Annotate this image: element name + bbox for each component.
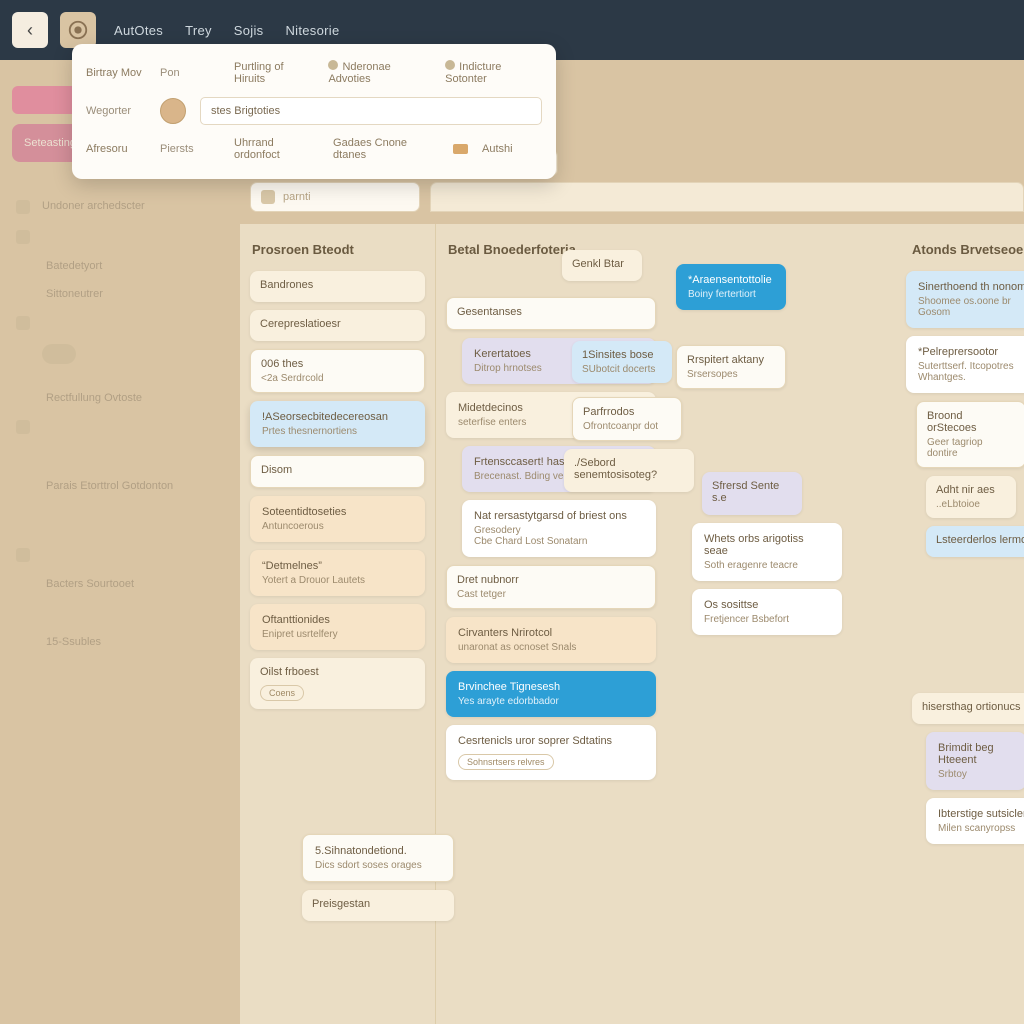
board-card[interactable]: Os sosittseFretjencer Bsbefort: [692, 589, 842, 635]
sidebar-item[interactable]: [12, 222, 218, 252]
board-card[interactable]: Adht nir aes..eLbtoioe: [926, 476, 1016, 518]
board-card[interactable]: ./Sebord senemtosisoteg?: [564, 449, 694, 492]
board-card[interactable]: Genkl Btar: [562, 250, 642, 281]
flag-icon: [453, 144, 468, 154]
sidebar-item[interactable]: Parais Etorttrol Gotdonton: [12, 472, 218, 500]
board-card[interactable]: !ASeorsecbitedecereosanPrtes thesnernort…: [250, 401, 425, 447]
board-card[interactable]: *PelreprersootorSuterttserf. ItcopotresW…: [906, 336, 1024, 393]
nav-icon: [16, 548, 30, 562]
user-avatar-icon[interactable]: [160, 98, 186, 124]
menu-link[interactable]: Nderonae Advoties: [328, 60, 431, 85]
sidebar-item[interactable]: [12, 412, 218, 442]
board-card[interactable]: Oilst frboestCoens: [250, 658, 425, 709]
board-lane: Atonds Brvetseoen Sinerthoend th nonomtS…: [896, 224, 1024, 1024]
board-card[interactable]: OftanttionidesEnipret usrtelfery: [250, 604, 425, 650]
board-card[interactable]: Gesentanses: [446, 297, 656, 330]
board-card[interactable]: 006 thes<2a Serdrcold: [250, 349, 425, 393]
board-card[interactable]: Nat rersastytgarsd of briest onsGresoder…: [462, 500, 656, 557]
mega-menu: Birtray Mov Pon Purtling of Hiruits Nder…: [72, 44, 556, 179]
nav-item[interactable]: AutOtes: [114, 23, 163, 38]
board-search[interactable]: parnti: [250, 182, 420, 212]
board-card[interactable]: Bandrones: [250, 271, 425, 302]
board-card[interactable]: hisersthag ortionucs: [912, 693, 1024, 724]
lane-title: Atonds Brvetseoen: [912, 242, 1024, 257]
board-card[interactable]: Sfrersd Sente s.e: [702, 472, 802, 515]
nav-item[interactable]: Sojis: [234, 23, 264, 38]
menu-link[interactable]: Purtling of Hiruits: [234, 61, 314, 85]
board-card[interactable]: SoteentidtosetiesAntuncoerous: [250, 496, 425, 542]
sidebar-item[interactable]: Sittoneutrer: [12, 280, 218, 308]
nav-icon: [16, 316, 30, 330]
search-placeholder: parnti: [283, 191, 311, 203]
board-card[interactable]: Disom: [250, 455, 425, 488]
sidebar-item[interactable]: Bacters Sourtooet: [12, 570, 218, 598]
dot-icon: [328, 60, 338, 70]
nav-icon: [16, 420, 30, 434]
mega-menu-row: Wegorter: [86, 91, 542, 131]
menu-search-input[interactable]: [200, 97, 542, 125]
board-card[interactable]: Cerepreslatioesr: [250, 310, 425, 341]
menu-label: Piersts: [160, 143, 220, 155]
search-icon: [261, 190, 275, 204]
board-card[interactable]: Brimdit beg HteeentSrbtoy: [926, 732, 1024, 790]
sidebar-item[interactable]: [12, 308, 218, 338]
board-card[interactable]: 5.Sihnatondetiond.Dics sdort soses orage…: [302, 834, 454, 882]
mega-menu-row: Afresoru Piersts Uhrrand ordonfoct Gadae…: [86, 131, 542, 167]
board-card[interactable]: Rrspitert aktanySrsersopes: [676, 345, 786, 389]
board-card[interactable]: Preisgestan: [302, 890, 454, 921]
mega-menu-row: Birtray Mov Pon Purtling of Hiruits Nder…: [86, 54, 542, 91]
nav-item[interactable]: Nitesorie: [285, 23, 339, 38]
sidebar-nav: Undoner archedscter Batedetyort Sittoneu…: [12, 192, 218, 656]
back-button[interactable]: ‹: [12, 12, 48, 48]
menu-link[interactable]: Uhrrand ordonfoct: [234, 137, 319, 161]
menu-label: Wegorter: [86, 105, 146, 117]
nav-icon: [16, 230, 30, 244]
board-card[interactable]: ParfrrodosOfrontcoanpr dot: [572, 397, 682, 441]
board-card[interactable]: Cirvanters Nrirotcolunaronat as ocnoset …: [446, 617, 656, 663]
dot-icon: [445, 60, 455, 70]
menu-link[interactable]: Gadaes Cnone dtanes: [333, 137, 439, 161]
board-card[interactable]: Sinerthoend th nonomtShoomee os.oone brG…: [906, 271, 1024, 328]
board-lane: *AraensentottolieBoiny fertertiort Genkl…: [666, 224, 896, 1024]
board-card[interactable]: “Detmelnes”Yotert a Drouor Lautets: [250, 550, 425, 596]
nav-icon: [16, 200, 30, 214]
board-card[interactable]: Cesrtenicls uror soprer SdtatinsSohnsrts…: [446, 725, 656, 780]
board-card[interactable]: 1Sinsites boseSUbotcit docerts: [572, 341, 672, 383]
board-toolbar: parnti: [250, 182, 1024, 212]
top-nav: AutOtes Trey Sojis Nitesorie: [114, 23, 339, 38]
sidebar-item[interactable]: Undoner archedscter: [12, 192, 218, 222]
menu-link[interactable]: Afresoru: [86, 143, 146, 155]
card-tag: Sohnsrtsers relvres: [458, 754, 554, 770]
sidebar-item[interactable]: 15-Ssubles: [12, 628, 218, 656]
board-card[interactable]: Lsteerderlos lermon: [926, 526, 1024, 557]
card-tag: Coens: [260, 685, 304, 701]
board-tab[interactable]: [430, 182, 1024, 212]
board-card[interactable]: Dret nubnorrCast tetger: [446, 565, 656, 609]
sidebar-toggle[interactable]: [42, 344, 76, 364]
lane-title: Prosroen Bteodt: [252, 242, 423, 257]
sidebar-item[interactable]: Batedetyort: [12, 252, 218, 280]
menu-link[interactable]: Autshi: [482, 143, 542, 155]
board-card[interactable]: Ibterstige sutsiclendMilen scanyropss: [926, 798, 1024, 844]
sidebar-item[interactable]: [12, 540, 218, 570]
menu-link[interactable]: Indicture Sotonter: [445, 60, 542, 85]
menu-label: Pon: [160, 67, 220, 79]
kanban-board: Prosroen Bteodt Bandrones Cerepreslatioe…: [240, 224, 1024, 1024]
menu-link[interactable]: Birtray Mov: [86, 67, 146, 79]
board-card[interactable]: Broond orStecoesGeer tagriop dontire: [916, 401, 1024, 468]
sidebar-item[interactable]: Rectfullung Ovtoste: [12, 384, 218, 412]
app-logo[interactable]: [60, 12, 96, 48]
logo-icon: [67, 19, 89, 41]
nav-item[interactable]: Trey: [185, 23, 212, 38]
board-card[interactable]: Brvinchee TigneseshYes arayte edorbbador: [446, 671, 656, 717]
board-card[interactable]: Whets orbs arigotiss seaeSoth eragenre t…: [692, 523, 842, 581]
